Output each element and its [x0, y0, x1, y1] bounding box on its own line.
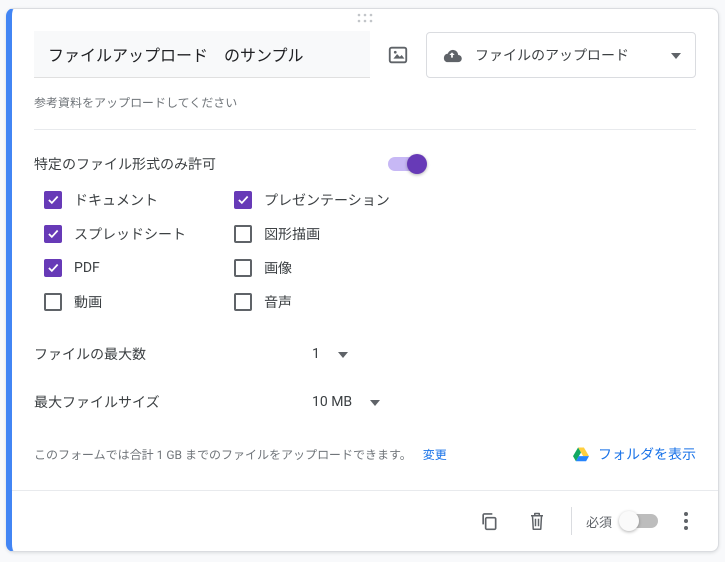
max-files-select[interactable]: 1	[304, 340, 356, 368]
image-icon	[387, 44, 409, 66]
allow-specific-label: 特定のファイル形式のみ許可	[34, 154, 216, 174]
required-label: 必須	[586, 512, 612, 531]
checkbox-box	[234, 225, 252, 243]
max-files-value: 1	[312, 346, 320, 362]
filetype-checkbox[interactable]: プレゼンテーション	[234, 190, 434, 210]
filetype-checkbox[interactable]: 動画	[44, 292, 224, 312]
filetype-label: スプレッドシート	[74, 224, 186, 244]
filetype-grid: ドキュメント プレゼンテーションスプレッドシート 図形描画 PDF 画像動画 音声	[34, 186, 696, 330]
more-options-button[interactable]	[666, 501, 706, 541]
card-footer: 必須	[12, 490, 718, 551]
toggle-knob	[407, 154, 427, 174]
filetype-label: 図形描画	[264, 224, 320, 244]
filetype-label: プレゼンテーション	[264, 190, 390, 210]
upload-hint: このフォームでは合計 1 GB までのファイルをアップロードできます。 変更	[34, 446, 572, 463]
view-folder-label: フォルダを表示	[598, 444, 696, 464]
upload-hint-text: このフォームでは合計 1 GB までのファイルをアップロードできます。	[34, 448, 412, 462]
checkbox-box	[234, 293, 252, 311]
filetype-checkbox[interactable]: スプレッドシート	[44, 224, 224, 244]
drag-icon	[357, 13, 373, 23]
drag-handle[interactable]	[12, 9, 718, 27]
checkbox-box	[44, 259, 62, 277]
filetype-label: PDF	[74, 260, 100, 276]
allow-specific-toggle[interactable]	[388, 157, 424, 171]
copy-icon	[479, 511, 499, 531]
chevron-down-icon	[370, 394, 380, 410]
question-card: ファイルのアップロード 参考資料をアップロードしてください 特定のファイル形式の…	[6, 8, 719, 552]
filetype-checkbox[interactable]: 画像	[234, 258, 434, 278]
filetype-checkbox[interactable]: PDF	[44, 258, 224, 278]
trash-icon	[528, 511, 546, 531]
view-folder-link[interactable]: フォルダを表示	[572, 444, 696, 464]
cloud-upload-icon	[441, 47, 463, 63]
checkbox-box	[44, 225, 62, 243]
chevron-down-icon	[338, 346, 348, 362]
filetype-label: ドキュメント	[74, 190, 158, 210]
question-type-select[interactable]: ファイルのアップロード	[426, 32, 696, 78]
question-type-label: ファイルのアップロード	[475, 45, 629, 65]
question-header-row: ファイルのアップロード	[12, 27, 718, 88]
checkbox-box	[44, 293, 62, 311]
drive-icon	[572, 446, 590, 462]
filetype-checkbox[interactable]: 図形描画	[234, 224, 434, 244]
filetype-label: 画像	[264, 258, 292, 278]
footer-separator	[571, 507, 572, 535]
filetype-checkbox[interactable]: 音声	[234, 292, 434, 312]
filetype-label: 動画	[74, 292, 102, 312]
question-description[interactable]: 参考資料をアップロードしてください	[12, 88, 718, 125]
change-limit-link[interactable]: 変更	[423, 448, 447, 462]
max-size-label: 最大ファイルサイズ	[34, 392, 304, 412]
checkbox-box	[234, 191, 252, 209]
checkbox-box	[234, 259, 252, 277]
max-size-value: 10 MB	[312, 394, 352, 410]
required-toggle[interactable]	[622, 514, 658, 528]
max-size-select[interactable]: 10 MB	[304, 388, 388, 416]
filetype-label: 音声	[264, 292, 292, 312]
checkbox-box	[44, 191, 62, 209]
duplicate-button[interactable]	[469, 501, 509, 541]
delete-button[interactable]	[517, 501, 557, 541]
toggle-knob	[619, 511, 639, 531]
max-files-label: ファイルの最大数	[34, 344, 304, 364]
filetype-checkbox[interactable]: ドキュメント	[44, 190, 224, 210]
question-title-input[interactable]	[34, 31, 370, 78]
add-image-button[interactable]	[386, 43, 410, 67]
chevron-down-icon	[671, 47, 681, 63]
divider	[34, 129, 696, 130]
more-vert-icon	[684, 512, 688, 530]
